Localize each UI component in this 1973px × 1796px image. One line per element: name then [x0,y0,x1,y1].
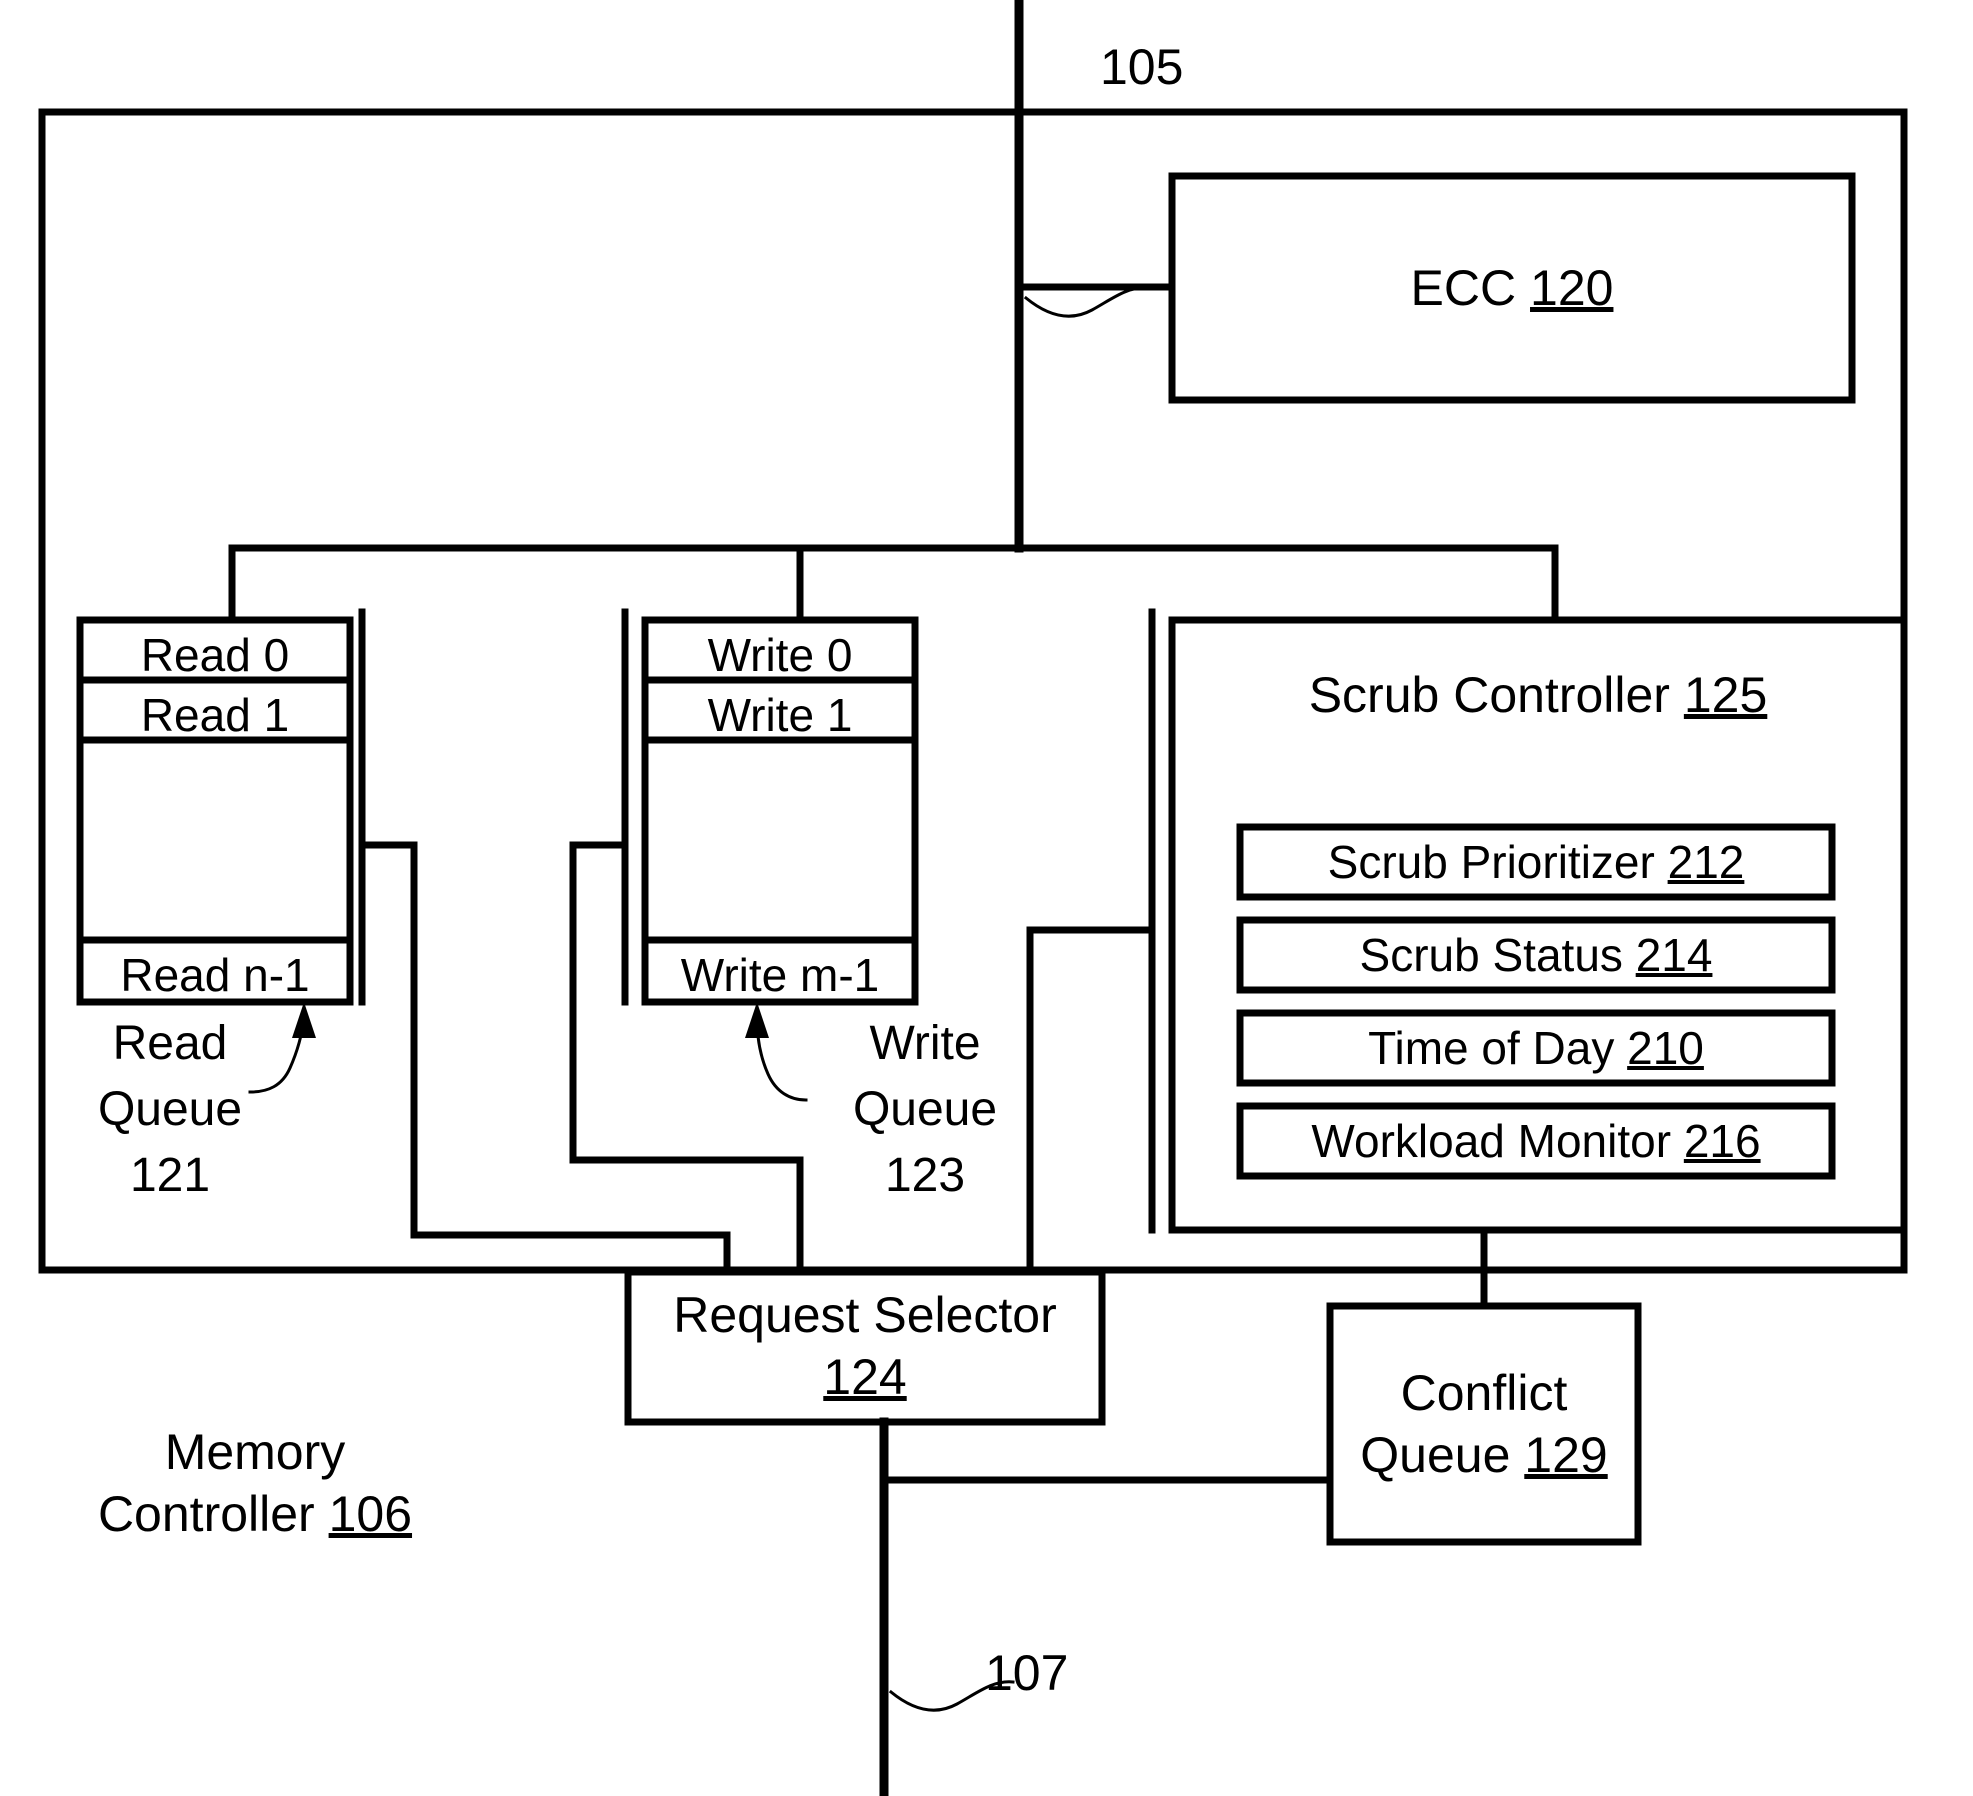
scrub-controller-ref: 125 [1683,667,1768,723]
memory-controller-label-text: Controller [97,1486,329,1542]
leader-105 [1023,286,1150,318]
time-of-day-label: Time of Day 210 [1240,1022,1832,1074]
read-queue-caption-arrowhead [292,1002,316,1038]
memory-controller-label-line1: Memory [164,1424,346,1480]
memory-controller-label-line2: Controller 106 [70,1487,440,1541]
request-selector-label: Request Selector [673,1287,1057,1343]
scrub-prioritizer-text: Scrub Prioritizer [1327,836,1668,888]
read-queue-entry-n-1: Read n-1 [120,949,310,1001]
workload-monitor-label: Workload Monitor 216 [1240,1115,1832,1167]
workload-monitor-ref: 216 [1683,1115,1761,1167]
conflict-queue-label-line1: Conflict [1400,1365,1568,1421]
write-queue-caption-ref: 123 [884,1149,966,1202]
patent-figure-canvas: 105 107 ECC 120 Read 0 Read 1 Read n-1 R… [0,0,1973,1796]
workload-monitor-text: Workload Monitor [1311,1115,1684,1167]
read-queue-entry-1: Read 1 [140,689,290,741]
time-of-day-text: Time of Day [1368,1022,1628,1074]
time-of-day-ref: 210 [1627,1022,1704,1074]
read-queue-entry-0: Read 0 [140,629,290,681]
read-queue-caption-line1: Read [112,1017,228,1070]
write-queue-entry-m-1: Write m-1 [680,949,880,1001]
request-selector-ref: 124 [823,1349,907,1405]
scrub-status-label: Scrub Status 214 [1240,929,1832,981]
scrub-controller-title-text: Scrub Controller [1308,667,1684,723]
scrub-prioritizer-ref: 212 [1667,836,1745,888]
scrub-controller-title: Scrub Controller 125 [1172,668,1904,722]
read-queue-caption-line2: Queue [97,1083,243,1136]
ecc-label: ECC 120 [1172,261,1852,315]
write-queue-caption-line2: Queue [852,1083,998,1136]
write-queue-caption-line1: Write [869,1017,981,1070]
read-queue-caption-ref: 121 [129,1149,211,1202]
bus-107-label: 107 [985,1645,1069,1701]
conflict-queue-label-text: Queue [1360,1427,1525,1483]
scrub-prioritizer-label: Scrub Prioritizer 212 [1240,836,1832,888]
ecc-ref: 120 [1530,260,1614,316]
write-queue-entry-1: Write 1 [707,689,853,741]
conflict-queue-label-line2: Queue 129 [1310,1428,1658,1482]
conflict-queue-box [1326,1302,1642,1546]
ecc-label-text: ECC [1410,260,1531,316]
memory-controller-ref: 106 [328,1486,413,1542]
bus-105-label: 105 [1100,39,1184,95]
scrub-status-text: Scrub Status [1359,929,1636,981]
scrub-status-ref: 214 [1635,929,1713,981]
write-queue-caption-arrowhead [745,1002,769,1038]
conflict-queue-ref: 129 [1524,1427,1608,1483]
write-queue-entry-0: Write 0 [707,629,853,681]
